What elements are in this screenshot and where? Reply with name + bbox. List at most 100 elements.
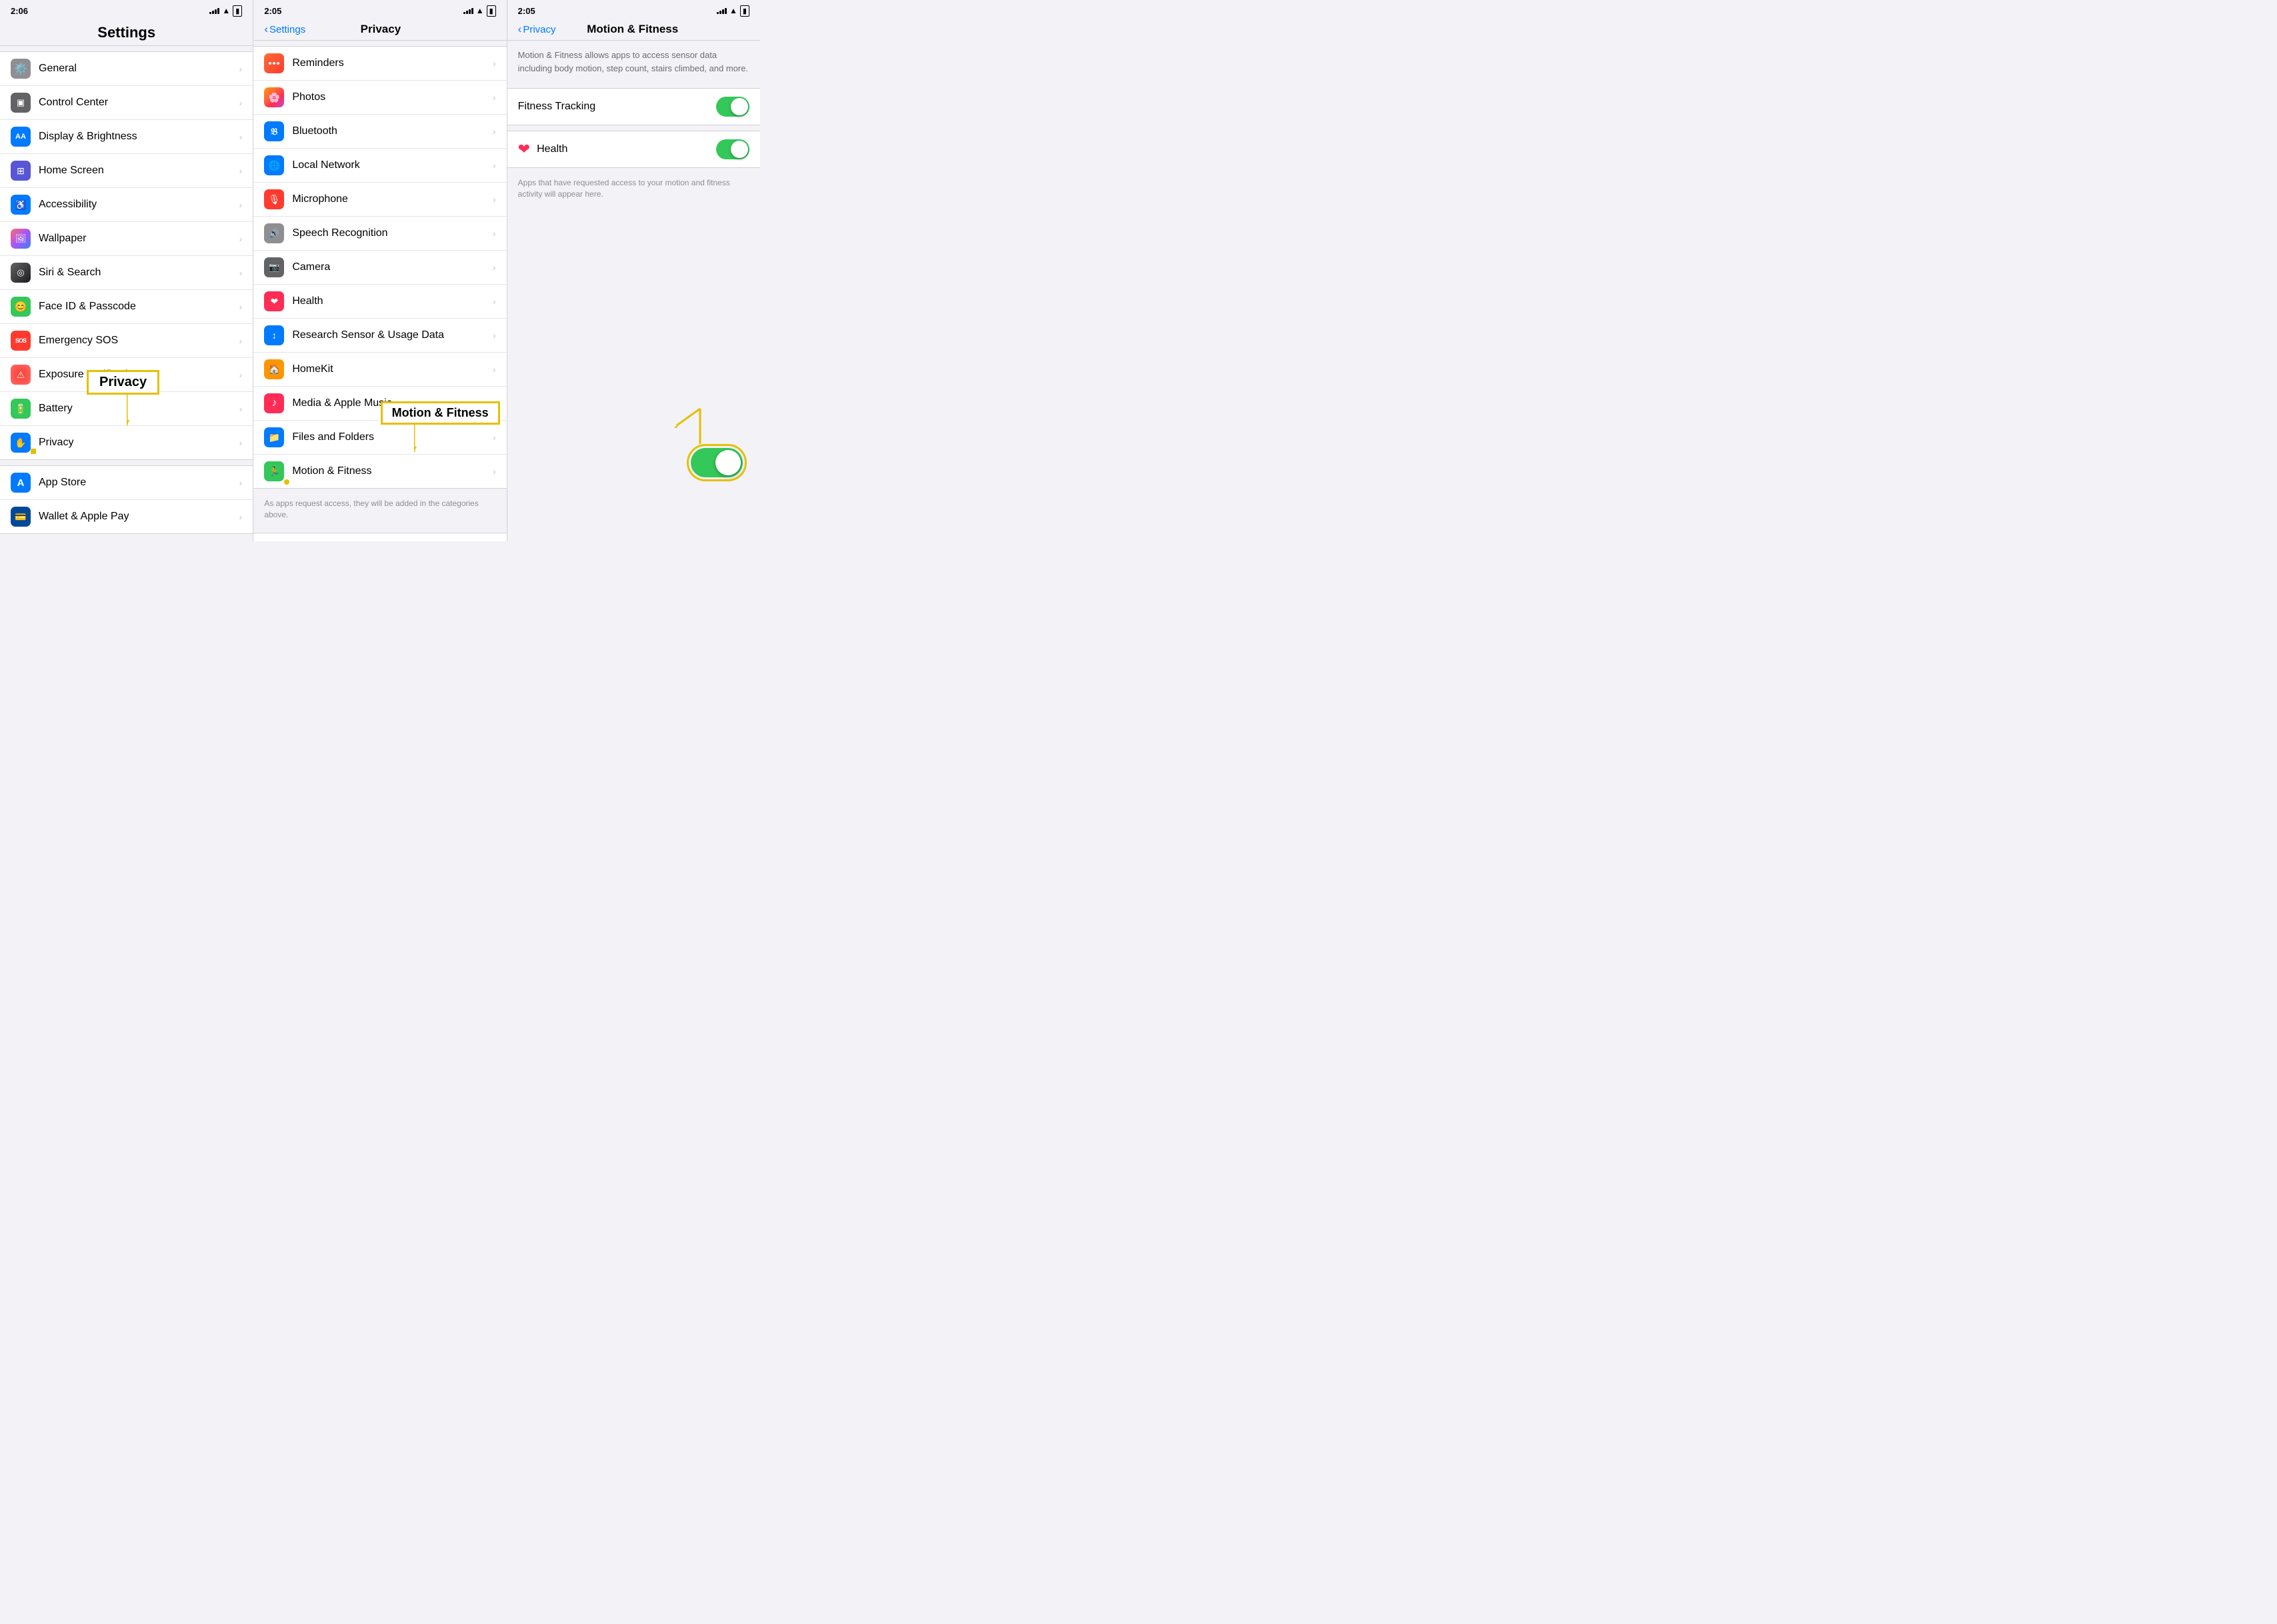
siri-chevron: › (239, 267, 243, 278)
panel-motion-fitness: 2:05 ▲ ▮ ‹ Privacy Motion & Fitness Moti… (507, 0, 760, 541)
camera-icon: 📷 (264, 257, 284, 277)
health-toggle[interactable] (716, 139, 749, 159)
row-home-screen[interactable]: ⊞ Home Screen › (0, 154, 253, 188)
battery-icon-row: 🔋 (11, 399, 31, 419)
privacy-arrow (127, 393, 167, 427)
general-icon: ⚙️ (11, 59, 31, 79)
fitness-tracking-row[interactable]: Fitness Tracking (507, 89, 760, 125)
row-face-id[interactable]: 😊 Face ID & Passcode › (0, 290, 253, 324)
motion-back-label: Privacy (523, 24, 555, 35)
row-general[interactable]: ⚙️ General › (0, 52, 253, 86)
home-screen-chevron: › (239, 165, 243, 176)
privacy-dot-indicator (31, 449, 36, 454)
status-bar-3: 2:05 ▲ ▮ (507, 0, 760, 19)
photos-label: Photos (292, 91, 493, 103)
emergency-sos-label: Emergency SOS (39, 335, 239, 347)
face-id-icon: 😊 (11, 297, 31, 317)
privacy-back-label: Settings (269, 24, 305, 35)
zoomed-toggle-callout (687, 444, 747, 481)
row-reminders[interactable]: Reminders › (253, 47, 506, 81)
row-microphone[interactable]: 🎙 Microphone › (253, 183, 506, 217)
reminders-icon (264, 53, 284, 73)
privacy-icon: ✋ (11, 433, 31, 453)
motion-header: ‹ Privacy Motion & Fitness (507, 19, 760, 41)
privacy-callout: Privacy (87, 370, 159, 395)
files-label: Files and Folders (292, 431, 493, 443)
fitness-tracking-section: Fitness Tracking (507, 88, 760, 125)
zoomed-toggle-knob (715, 450, 741, 475)
row-photos[interactable]: 🌸 Photos › (253, 81, 506, 115)
app-store-label: App Store (39, 477, 239, 489)
wallpaper-label: Wallpaper (39, 233, 239, 245)
local-network-label: Local Network (292, 159, 493, 171)
health-motion-label: Health (537, 143, 716, 155)
panel-privacy: 2:05 ▲ ▮ ‹ Settings Privacy (253, 0, 507, 541)
row-research[interactable]: ↕ Research Sensor & Usage Data › (253, 319, 506, 353)
siri-label: Siri & Search (39, 267, 239, 279)
display-label: Display & Brightness (39, 131, 239, 143)
homekit-label: HomeKit (292, 363, 493, 375)
signal-icon (209, 7, 219, 14)
wifi-icon-3: ▲ (729, 6, 737, 15)
fitness-tracking-toggle[interactable] (716, 97, 749, 117)
battery-icon-2: ▮ (487, 5, 496, 17)
motion-icon: 🏃 (264, 461, 284, 481)
row-camera[interactable]: 📷 Camera › (253, 251, 506, 285)
health-privacy-label: Health (292, 295, 493, 307)
emergency-sos-icon: SOS (11, 331, 31, 351)
wallet-chevron: › (239, 511, 243, 522)
privacy-list[interactable]: Reminders › 🌸 Photos › 𝔅 Bluetooth › 🌐 L… (253, 41, 506, 541)
motion-description: Motion & Fitness allows apps to access s… (507, 41, 760, 83)
accessibility-icon: ♿ (11, 195, 31, 215)
health-motion-row[interactable]: ❤ Health (507, 131, 760, 167)
row-privacy[interactable]: ✋ Privacy › (0, 426, 253, 459)
row-motion-fitness[interactable]: 🏃 Motion & Fitness › (253, 455, 506, 488)
time-3: 2:05 (518, 6, 535, 16)
row-wallet[interactable]: 💳 Wallet & Apple Pay › (0, 500, 253, 533)
privacy-back-btn[interactable]: ‹ Settings (264, 23, 305, 36)
control-center-chevron: › (239, 97, 243, 108)
motion-arrow (414, 423, 441, 453)
row-siri[interactable]: ◎ Siri & Search › (0, 256, 253, 290)
exposure-icon: ⚠ (11, 365, 31, 385)
control-center-label: Control Center (39, 97, 239, 109)
wallpaper-chevron: › (239, 233, 243, 244)
row-speech[interactable]: 🔊 Speech Recognition › (253, 217, 506, 251)
microphone-label: Microphone (292, 193, 493, 205)
row-accessibility[interactable]: ♿ Accessibility › (0, 188, 253, 222)
apps-footer: Apps that have requested access to your … (507, 173, 760, 207)
privacy-nav-title: Privacy (305, 23, 455, 36)
battery-icon-1: ▮ (233, 5, 242, 17)
row-files[interactable]: 📁 Files and Folders › (253, 421, 506, 455)
panel-settings: 2:06 ▲ ▮ Settings ⚙️ General › ▣ Control… (0, 0, 253, 541)
row-local-network[interactable]: 🌐 Local Network › (253, 149, 506, 183)
home-screen-label: Home Screen (39, 165, 239, 177)
row-display[interactable]: AA Display & Brightness › (0, 120, 253, 154)
row-analytics[interactable]: Analytics & Improvements › (253, 533, 506, 541)
status-icons-3: ▲ ▮ (717, 5, 749, 17)
row-control-center[interactable]: ▣ Control Center › (0, 86, 253, 120)
row-wallpaper[interactable]: 🖼 Wallpaper › (0, 222, 253, 256)
battery-icon-3: ▮ (740, 5, 749, 17)
siri-icon: ◎ (11, 263, 31, 283)
signal-icon-2 (463, 7, 473, 14)
row-health[interactable]: ❤ Health › (253, 285, 506, 319)
motion-callout-text: Motion & Fitness (381, 401, 500, 425)
row-app-store[interactable]: A App Store › (0, 466, 253, 500)
time-1: 2:06 (11, 6, 28, 16)
health-heart-icon: ❤ (518, 141, 530, 158)
row-bluetooth[interactable]: 𝔅 Bluetooth › (253, 115, 506, 149)
face-id-label: Face ID & Passcode (39, 301, 239, 313)
motion-back-btn[interactable]: ‹ Privacy (518, 23, 556, 36)
wifi-icon-2: ▲ (476, 6, 484, 15)
status-bar-2: 2:05 ▲ ▮ (253, 0, 506, 19)
settings-list[interactable]: ⚙️ General › ▣ Control Center › AA Displ… (0, 46, 253, 541)
wallet-icon: 💳 (11, 507, 31, 527)
battery-chevron: › (239, 403, 243, 414)
privacy-chevron: › (239, 437, 243, 448)
zoomed-toggle[interactable] (691, 448, 743, 477)
row-homekit[interactable]: 🏠 HomeKit › (253, 353, 506, 387)
row-emergency-sos[interactable]: SOS Emergency SOS › (0, 324, 253, 358)
settings-title: Settings (11, 24, 242, 41)
accessibility-label: Accessibility (39, 199, 239, 211)
